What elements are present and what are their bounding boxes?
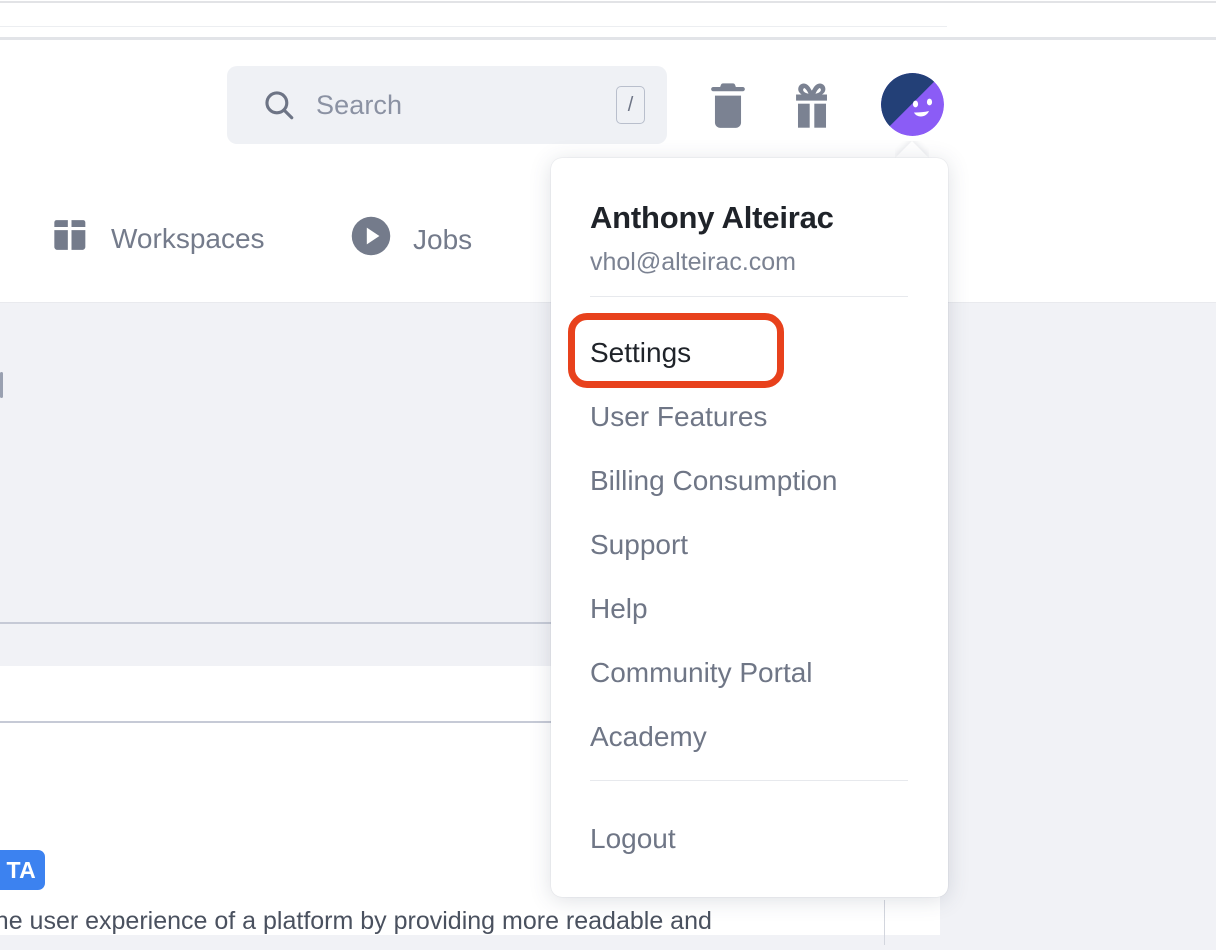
search-placeholder: Search: [316, 89, 403, 120]
scrollbar-thumb[interactable]: [0, 372, 3, 398]
menu-item-community-portal[interactable]: Community Portal: [590, 657, 813, 689]
content-body-text: ces the user experience of a platform by…: [0, 907, 712, 935]
app-root: Search / Workspaces Jobs TA ces the user…: [0, 0, 1216, 950]
menu-item-user-features[interactable]: User Features: [590, 401, 767, 433]
beta-badge: TA: [0, 850, 45, 890]
top-rule-2: [0, 26, 947, 27]
dropdown-user-email: vhol@alteirac.com: [590, 248, 797, 276]
dropdown-caret: [895, 141, 929, 159]
dropdown-divider-bottom: [590, 780, 908, 781]
nav-item-workspaces[interactable]: Workspaces: [50, 215, 265, 262]
menu-item-help[interactable]: Help: [590, 593, 648, 625]
dropdown-user-name: Anthony Alteirac: [590, 200, 834, 235]
search-shortcut-chip: /: [616, 86, 645, 124]
search-icon: [262, 88, 296, 122]
menu-item-logout[interactable]: Logout: [590, 823, 676, 855]
menu-item-support[interactable]: Support: [590, 529, 688, 561]
nav-label-workspaces: Workspaces: [111, 222, 265, 254]
trash-icon[interactable]: [700, 78, 756, 134]
dropdown-divider-top: [590, 296, 908, 297]
menu-item-academy[interactable]: Academy: [590, 721, 707, 753]
box-icon: [50, 215, 90, 262]
play-circle-icon: [350, 215, 392, 264]
top-rule-1: [0, 1, 1216, 3]
nav-item-jobs[interactable]: Jobs: [350, 215, 472, 264]
user-avatar[interactable]: [881, 73, 944, 136]
nav-label-jobs: Jobs: [413, 223, 473, 255]
user-menu-dropdown: Anthony Alteirac vhol@alteirac.com Setti…: [551, 158, 948, 897]
search-input[interactable]: Search /: [227, 66, 667, 144]
menu-item-billing-consumption[interactable]: Billing Consumption: [590, 465, 837, 497]
gift-icon[interactable]: [784, 78, 840, 134]
menu-item-settings[interactable]: Settings: [590, 337, 691, 369]
